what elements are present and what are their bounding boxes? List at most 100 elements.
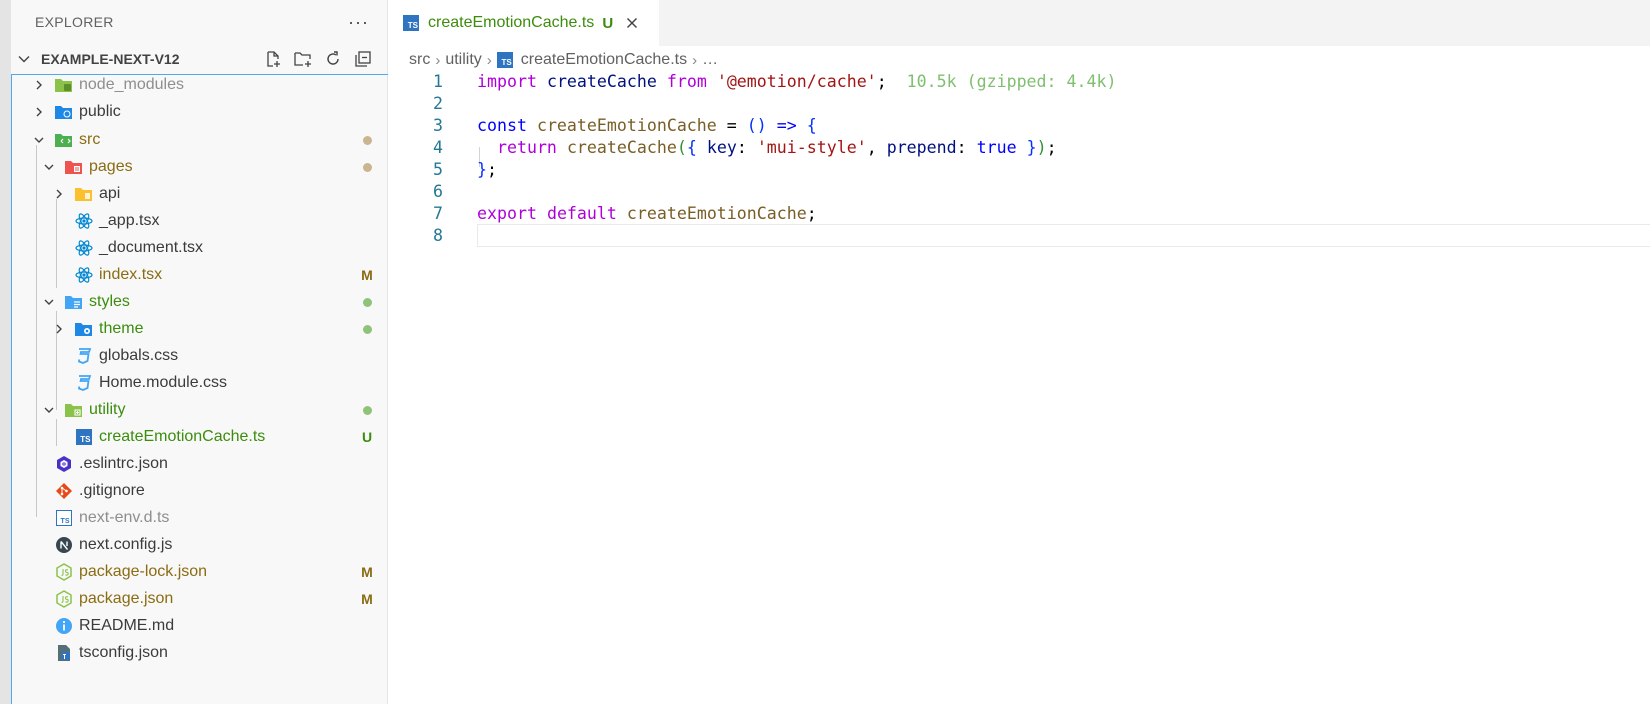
css-icon — [74, 374, 93, 393]
tree-item-label: api — [99, 185, 121, 203]
explorer-header: EXPLORER ··· — [11, 0, 387, 44]
tree-item-src[interactable]: src — [12, 126, 388, 154]
react-icon — [74, 266, 93, 285]
tree-item-label: .gitignore — [79, 482, 145, 500]
folder-public-icon — [54, 103, 73, 122]
tree-item-label: _app.tsx — [99, 212, 160, 230]
folder-theme-icon — [74, 320, 93, 339]
code-token: createCache — [546, 72, 657, 91]
code-token: from — [666, 72, 707, 91]
tree-item-styles[interactable]: styles — [12, 288, 388, 316]
tree-item-label: package-lock.json — [79, 563, 208, 581]
tree-item-label: public — [79, 103, 121, 121]
chevron-down-icon — [42, 295, 56, 309]
tree-item-label: theme — [99, 320, 144, 338]
tree-item-next-config[interactable]: next.config.js — [12, 531, 388, 559]
tree-item-globals-css[interactable]: globals.css — [12, 342, 388, 370]
code-token: ) — [1036, 138, 1047, 157]
tree-item-gitignore[interactable]: .gitignore — [12, 477, 388, 505]
chevron-down-icon — [17, 52, 31, 66]
tab-create-emotion-cache[interactable]: TS createEmotionCache.ts U — [389, 0, 659, 46]
git-status: M — [361, 564, 373, 581]
file-tree: node_modules public src pages api _app.t… — [11, 74, 388, 704]
tree-item-label: src — [79, 131, 101, 149]
tree-item-theme[interactable]: theme — [12, 315, 388, 343]
tree-item-label: .eslintrc.json — [79, 455, 168, 473]
tree-item-label: package.json — [79, 590, 174, 608]
tree-item-label: index.tsx — [99, 266, 163, 284]
code-token: = — [716, 116, 747, 135]
code-line: 5 }; — [389, 158, 1650, 181]
tree-item-label: Home.module.css — [99, 374, 228, 392]
tree-item-public[interactable]: public — [12, 98, 388, 126]
breadcrumb-ellipsis[interactable]: … — [702, 51, 718, 69]
code-token: { — [686, 138, 697, 157]
tree-item-package-json[interactable]: package.json M — [12, 585, 388, 613]
ts-badge-outline: TS — [55, 510, 72, 527]
code-token: key — [706, 138, 737, 157]
tree-item-index-tsx[interactable]: index.tsx M — [12, 261, 388, 289]
project-name: EXAMPLE-NEXT-V12 — [41, 51, 180, 67]
code-token: : — [956, 138, 977, 157]
tree-item-label: README.md — [79, 617, 175, 635]
tree-item-tsconfig[interactable]: tsconfig.json — [12, 639, 388, 667]
code-token: { — [806, 116, 817, 135]
tree-item-label: pages — [89, 158, 133, 176]
close-icon[interactable] — [623, 14, 641, 32]
tree-item-create-emotion-cache[interactable]: TS createEmotionCache.ts U — [12, 423, 388, 451]
typescript-icon: TS — [403, 15, 419, 31]
code-line: 8 — [389, 224, 1650, 247]
tree-item-label: next-env.d.ts — [79, 509, 170, 527]
tree-item-next-env[interactable]: TS next-env.d.ts — [12, 504, 388, 532]
code-token: default — [546, 204, 617, 223]
nextjs-icon — [54, 536, 73, 555]
tree-item-eslintrc[interactable]: .eslintrc.json — [12, 450, 388, 478]
tree-item-api[interactable]: api — [12, 180, 388, 208]
code-token: prepend — [886, 138, 957, 157]
editor-tab-bar: TS createEmotionCache.ts U — [389, 0, 1650, 46]
chevron-right-icon: › — [435, 51, 441, 69]
tree-item-label: styles — [89, 293, 130, 311]
chevron-down-icon — [32, 133, 46, 147]
tree-item-node-modules[interactable]: node_modules — [12, 71, 388, 99]
new-file-icon[interactable] — [263, 49, 283, 69]
code-editor[interactable]: 1 import createCache from '@emotion/cach… — [389, 72, 1650, 704]
code-text: const createEmotionCache = () => { — [477, 116, 817, 135]
folder-src-icon — [54, 131, 73, 150]
code-line: 6 — [389, 180, 1650, 203]
git-status-dot — [352, 294, 382, 310]
git-status: M — [361, 267, 373, 284]
line-number: 3 — [433, 116, 443, 135]
line-number: 4 — [433, 138, 443, 157]
code-line: 7 export default createEmotionCache; — [389, 202, 1650, 225]
tree-item-pages[interactable]: pages — [12, 153, 388, 181]
code-token: createCache — [566, 138, 677, 157]
chevron-right-icon — [52, 322, 66, 336]
code-token: , — [866, 138, 887, 157]
breadcrumb-src[interactable]: src — [409, 51, 430, 69]
refresh-icon[interactable] — [323, 49, 343, 69]
chevron-right-icon: › — [486, 51, 492, 69]
new-folder-icon[interactable] — [293, 49, 313, 69]
project-section-header[interactable]: EXAMPLE-NEXT-V12 — [11, 45, 387, 73]
code-token: return — [496, 138, 557, 157]
tree-item-home-module-css[interactable]: Home.module.css — [12, 369, 388, 397]
tree-item-app-tsx[interactable]: _app.tsx — [12, 207, 388, 235]
more-actions-icon[interactable]: ··· — [348, 13, 369, 31]
code-line: 2 — [389, 92, 1650, 115]
breadcrumb-file[interactable]: createEmotionCache.ts — [521, 51, 687, 69]
chevron-down-icon — [42, 403, 56, 417]
tree-item-utility[interactable]: utility — [12, 396, 388, 424]
explorer-title: EXPLORER — [35, 14, 114, 30]
folder-api-icon — [74, 185, 93, 204]
collapse-all-icon[interactable] — [353, 49, 373, 69]
breadcrumb-utility[interactable]: utility — [445, 51, 481, 69]
folder-node-icon — [54, 76, 73, 95]
chevron-right-icon: › — [692, 51, 698, 69]
tree-item-readme[interactable]: README.md — [12, 612, 388, 640]
tree-item-package-lock[interactable]: package-lock.json M — [12, 558, 388, 586]
tree-item-document-tsx[interactable]: _document.tsx — [12, 234, 388, 262]
typescript-icon: TS — [74, 428, 93, 447]
tree-item-label: globals.css — [99, 347, 179, 365]
line-number: 6 — [433, 182, 443, 201]
